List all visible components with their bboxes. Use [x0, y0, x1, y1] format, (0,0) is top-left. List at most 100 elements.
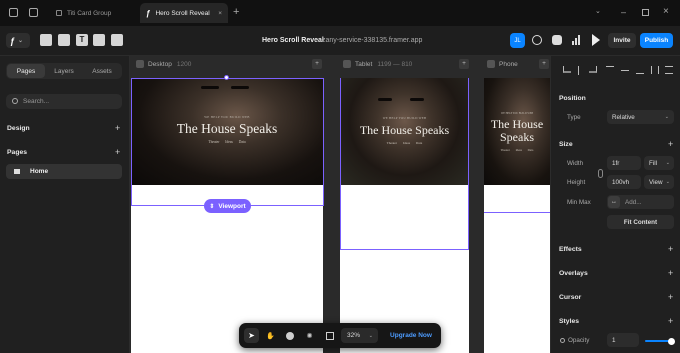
- hero-image-eye: [231, 86, 249, 89]
- new-tab-icon[interactable]: +: [233, 6, 239, 18]
- height-input[interactable]: 100vh: [607, 175, 641, 189]
- styles-section-title: Styles: [559, 318, 580, 325]
- add-breakpoint-icon[interactable]: +: [459, 59, 469, 69]
- add-breakpoint-icon[interactable]: +: [312, 59, 322, 69]
- framer-menu-button[interactable]: ƒ ⌄: [6, 33, 30, 48]
- chevron-down-icon: ⌄: [665, 160, 670, 166]
- tab-titi-card-group[interactable]: Titi Card Group: [50, 3, 138, 23]
- fit-content-button[interactable]: Fit Content: [607, 215, 674, 229]
- select-tool-button[interactable]: ➤: [244, 328, 259, 343]
- publish-button[interactable]: Publish: [640, 33, 673, 48]
- site-url[interactable]: zany-service-338135.framer.app: [322, 37, 422, 44]
- add-breakpoint-icon[interactable]: +: [539, 59, 549, 69]
- layout-icon[interactable]: [58, 34, 70, 46]
- hero-title: The House Speaks: [490, 117, 544, 144]
- sidebar-toggle-icon[interactable]: [9, 8, 18, 17]
- phone-frame[interactable]: WE HELP YOU BUILD WEB The House Speaks T…: [484, 78, 550, 353]
- hero-section[interactable]: WE HELP YOU BUILD WEB The House Speaks T…: [131, 78, 323, 185]
- close-window-icon[interactable]: ×: [663, 6, 669, 17]
- tab-pages[interactable]: Pages: [7, 64, 45, 78]
- breakpoint-desktop-header[interactable]: Desktop 1200 +: [136, 58, 322, 70]
- opacity-slider-track[interactable]: [645, 337, 675, 345]
- search-input[interactable]: Search...: [23, 98, 49, 105]
- add-size-icon[interactable]: +: [668, 140, 673, 149]
- canvas[interactable]: Desktop 1200 + WE HELP YOU BUILD WEB The…: [130, 56, 550, 353]
- title-separator: ·: [314, 37, 317, 44]
- distribute-v-icon[interactable]: [665, 66, 673, 74]
- minmax-add-field[interactable]: ↔ Add...: [607, 195, 674, 209]
- viewport-badge[interactable]: ⇕ Viewport: [204, 199, 251, 213]
- hero-section[interactable]: WE HELP YOU BUILD WEB The House Speaks T…: [484, 78, 550, 185]
- hero-links: Theater Ideas Data: [386, 141, 423, 145]
- analytics-icon[interactable]: [572, 34, 582, 45]
- grid-icon[interactable]: [323, 329, 336, 342]
- position-section-title: Position: [559, 95, 586, 102]
- selection-handle[interactable]: [224, 75, 229, 80]
- hero-links: Theater Ideas Data: [500, 148, 534, 152]
- add-effect-icon[interactable]: +: [668, 245, 673, 254]
- avatar[interactable]: JL: [510, 33, 525, 48]
- panel-tabs: Pages Layers Assets: [6, 63, 122, 79]
- tab-hero-scroll-reveal[interactable]: ƒ Hero Scroll Reveal ×: [140, 3, 228, 23]
- opacity-label: Opacity: [568, 337, 590, 344]
- chevron-down-icon: ⌄: [664, 114, 669, 120]
- editor-toolbar: ƒ ⌄ T Hero Scroll Reveal · zany-service-3…: [0, 26, 680, 56]
- selection-outline: [340, 78, 341, 250]
- minimize-icon[interactable]: –: [621, 7, 626, 17]
- tablet-frame[interactable]: WE HELP YOU BUILD WEB The House Speaks T…: [340, 78, 469, 353]
- left-panel: Pages Layers Assets Search... Design + P…: [0, 56, 130, 353]
- hero-section[interactable]: WE HELP YOU BUILD WEB The House Speaks T…: [340, 78, 469, 185]
- framer-logo-icon: ƒ: [146, 8, 151, 18]
- add-style-icon[interactable]: +: [668, 317, 673, 326]
- vector-icon[interactable]: [93, 34, 105, 46]
- maximize-icon[interactable]: [642, 9, 649, 16]
- invite-button[interactable]: Invite: [608, 33, 636, 48]
- comment-icon[interactable]: [283, 329, 296, 342]
- align-left-icon[interactable]: [563, 66, 571, 73]
- hero-image-eye: [201, 86, 219, 89]
- bottom-toolbar: ➤ ✋ ✺ 32% ⌄ Upgrade Now: [239, 323, 441, 348]
- add-design-icon[interactable]: +: [115, 124, 120, 133]
- desktop-frame[interactable]: WE HELP YOU BUILD WEB The House Speaks T…: [131, 78, 323, 353]
- theme-icon[interactable]: ✺: [303, 329, 316, 342]
- breakpoint-phone-header[interactable]: Phone +: [487, 58, 550, 70]
- globe-icon[interactable]: [532, 35, 542, 45]
- width-input[interactable]: 1fr: [607, 156, 641, 170]
- play-icon: [487, 60, 495, 68]
- close-tab-icon[interactable]: ×: [218, 10, 222, 17]
- upgrade-button[interactable]: Upgrade Now: [385, 328, 437, 343]
- play-icon: [136, 60, 144, 68]
- selection-outline: [468, 78, 469, 250]
- search-field[interactable]: Search...: [6, 94, 122, 109]
- link-dimensions-icon[interactable]: [598, 169, 603, 178]
- chevron-down-icon[interactable]: ⌄: [595, 7, 601, 15]
- align-top-icon[interactable]: [606, 66, 614, 74]
- insert-icon[interactable]: [40, 34, 52, 46]
- position-type-select[interactable]: Relative ⌄: [607, 110, 674, 124]
- cms-icon[interactable]: [111, 34, 123, 46]
- page-item-home[interactable]: Home: [6, 164, 122, 179]
- tab-layers[interactable]: Layers: [45, 64, 83, 78]
- add-overlay-icon[interactable]: +: [668, 269, 673, 278]
- window-icon[interactable]: [29, 8, 38, 17]
- text-icon[interactable]: T: [76, 34, 88, 46]
- opacity-slider-knob[interactable]: [667, 337, 675, 345]
- breakpoint-tablet-header[interactable]: Tablet 1199 — 810 +: [343, 58, 469, 70]
- width-mode-select[interactable]: Fill ⌄: [644, 156, 674, 170]
- tab-assets[interactable]: Assets: [83, 64, 121, 78]
- height-mode-select[interactable]: View ⌄: [644, 175, 674, 189]
- cursor-section-title: Cursor: [559, 294, 582, 301]
- hand-tool-icon[interactable]: ✋: [264, 329, 277, 342]
- align-center-v-icon[interactable]: [621, 70, 629, 72]
- hero-image-eye: [378, 98, 392, 101]
- play-preview-icon[interactable]: [592, 34, 600, 46]
- opacity-input[interactable]: 1: [607, 333, 639, 347]
- align-center-h-icon[interactable]: [578, 66, 580, 75]
- zoom-select[interactable]: 32% ⌄: [341, 328, 378, 343]
- settings-icon[interactable]: [552, 35, 562, 45]
- add-page-icon[interactable]: +: [115, 148, 120, 157]
- add-cursor-icon[interactable]: +: [668, 293, 673, 302]
- distribute-h-icon[interactable]: [651, 66, 659, 74]
- align-right-icon[interactable]: [589, 66, 597, 73]
- align-bottom-icon[interactable]: [636, 66, 644, 74]
